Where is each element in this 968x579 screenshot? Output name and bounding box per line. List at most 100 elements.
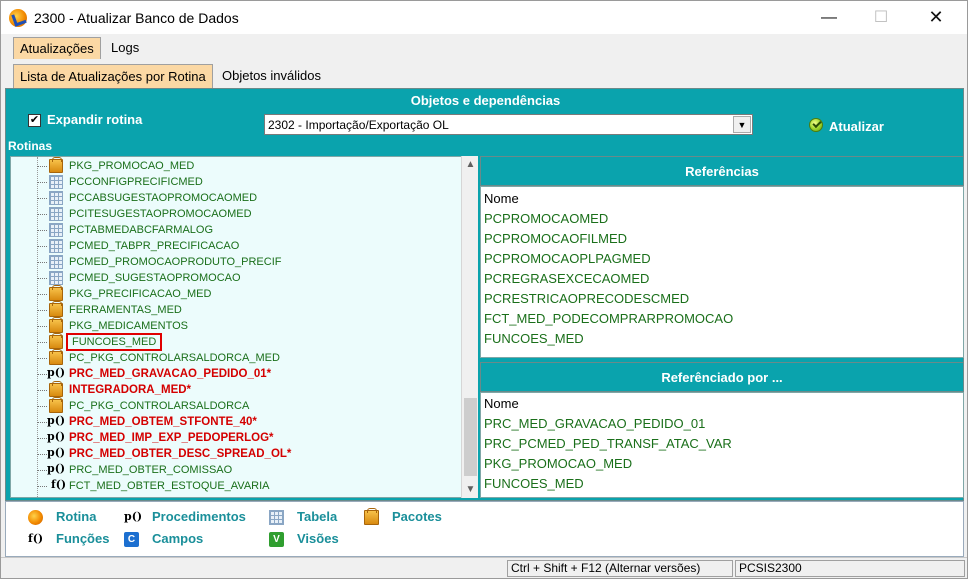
legend-campos-label: Campos	[152, 531, 204, 546]
tree-item-label: PKG_PRECIFICACAO_MED	[69, 288, 212, 300]
tree-connector	[37, 390, 47, 391]
procedure-icon: p()	[47, 414, 66, 427]
maximize-button[interactable]: ☐	[858, 1, 904, 34]
tree-item[interactable]: PCCABSUGESTAOPROMOCAOMED	[11, 190, 451, 206]
status-empty	[1, 560, 507, 577]
package-icon	[49, 285, 63, 301]
tree-connector	[37, 262, 47, 263]
tree-connector	[37, 182, 47, 183]
referenced-by-list[interactable]: Nome PRC_MED_GRAVACAO_PEDIDO_01 PRC_PCMED…	[480, 392, 964, 498]
reference-item[interactable]: PCRESTRICAOPRECODESCMED	[484, 291, 689, 306]
reference-item[interactable]: FCT_MED_PODECOMPRARPROMOCAO	[484, 311, 733, 326]
update-label: Atualizar	[829, 119, 884, 134]
tree-connector	[37, 358, 47, 359]
rotinas-label: Rotinas	[8, 139, 53, 153]
tree-item[interactable]: PCITESUGESTAOPROMOCAOMED	[11, 206, 451, 222]
package-icon	[49, 157, 63, 173]
reference-item[interactable]: PCPROMOCAOFILMED	[484, 231, 627, 246]
references-list[interactable]: Nome PCPROMOCAOMED PCPROMOCAOFILMED PCPROM…	[480, 186, 964, 358]
check-circle-icon	[809, 118, 823, 132]
references-column-header: Nome	[484, 191, 519, 206]
expand-rotina-checkbox[interactable]: ✔	[28, 114, 41, 127]
app-logo-icon	[9, 9, 27, 27]
reference-item[interactable]: PCPROMOCAOPLPAGMED	[484, 251, 651, 266]
table-icon	[269, 510, 284, 525]
tree-connector	[37, 342, 47, 343]
tree-item[interactable]: p() PRC_MED_IMP_EXP_PEDOPERLOG*	[11, 430, 451, 446]
references-header: Referências	[480, 156, 964, 186]
reference-item[interactable]: PRC_PCMED_PED_TRANSF_ATAC_VAR	[484, 436, 732, 451]
tree-item[interactable]: PCMED_SUGESTAOPROMOCAO	[11, 270, 451, 286]
tree-item[interactable]: PKG_MEDICAMENTOS	[11, 317, 451, 334]
reference-item[interactable]: PCPROMOCAOMED	[484, 211, 608, 226]
expand-rotina-label[interactable]: Expandir rotina	[47, 112, 142, 127]
tree-item[interactable]: p() PRC_MED_OBTER_COMISSAO	[11, 462, 451, 478]
tree-scrollbar[interactable]: ▲ ▼	[461, 156, 478, 498]
tree-item-label: PRC_MED_GRAVACAO_PEDIDO_01*	[69, 368, 272, 380]
objects-panel: Objetos e dependências ✔ Expandir rotina…	[5, 88, 964, 501]
tree-item[interactable]: p() PRC_MED_GRAVACAO_PEDIDO_01*	[11, 366, 451, 382]
tree-item[interactable]: PCMED_TABPR_PRECIFICACAO	[11, 238, 451, 254]
close-button[interactable]: ✕	[913, 1, 959, 34]
tree-item-label: FERRAMENTAS_MED	[69, 304, 182, 316]
tree-item[interactable]: PCCONFIGPRECIFICMED	[11, 174, 451, 190]
tree-connector	[37, 486, 47, 487]
package-icon	[364, 508, 379, 525]
tree-item-label: PRC_MED_OBTER_DESC_SPREAD_OL*	[69, 448, 292, 460]
tree-connector	[37, 294, 47, 295]
package-icon	[49, 381, 63, 397]
table-icon	[49, 239, 63, 253]
tree-connector	[37, 326, 47, 327]
package-icon	[49, 301, 63, 317]
routine-select[interactable]: 2302 - Importação/Exportação OL ▼	[264, 114, 753, 135]
tree-item-label: PRC_MED_OBTER_COMISSAO	[69, 464, 233, 476]
reference-item[interactable]: PCREGRASEXCECAOMED	[484, 271, 649, 286]
scroll-up-icon[interactable]: ▲	[462, 156, 479, 173]
tab-objetos-invalidos[interactable]: Objetos inválidos	[216, 64, 327, 88]
reference-item[interactable]: FUNCOES_MED	[484, 331, 584, 346]
tab-lista-atualizacoes[interactable]: Lista de Atualizações por Rotina	[13, 64, 213, 88]
tree-item-label: PKG_PROMOCAO_MED	[69, 160, 195, 172]
tree-item[interactable]: PCTABMEDABCFARMALOG	[11, 222, 451, 238]
tree-item[interactable]: INTEGRADORA_MED*	[11, 381, 451, 398]
tab-atualizacoes[interactable]: Atualizações	[13, 37, 101, 59]
reference-item[interactable]: PRC_MED_GRAVACAO_PEDIDO_01	[484, 416, 705, 431]
tree-item-label: PKG_MEDICAMENTOS	[69, 320, 188, 332]
tree-connector	[37, 246, 47, 247]
tree-item-label: PCCABSUGESTAOPROMOCAOMED	[69, 192, 258, 204]
campos-icon: C	[124, 532, 139, 547]
tree-item[interactable]: FERRAMENTAS_MED	[11, 301, 451, 318]
tree-item-label: PC_PKG_CONTROLARSALDORCA	[69, 400, 250, 412]
tree-connector	[37, 230, 47, 231]
tree-item[interactable]: PKG_PROMOCAO_MED	[11, 157, 451, 174]
table-icon	[49, 175, 63, 189]
table-icon	[49, 271, 63, 285]
tree-item[interactable]: PCMED_PROMOCAOPRODUTO_PRECIF	[11, 254, 451, 270]
tree-item[interactable]: f() FCT_MED_OBTER_ESTOQUE_AVARIA	[11, 478, 451, 494]
table-icon	[49, 255, 63, 269]
tree-connector	[37, 406, 47, 407]
procedure-icon: p()	[47, 446, 66, 459]
table-icon	[49, 207, 63, 221]
tree-item-label: FCT_MED_OBTER_ESTOQUE_AVARIA	[69, 480, 270, 492]
chevron-down-icon[interactable]: ▼	[733, 116, 751, 133]
tree-item-label: PRC_MED_OBTEM_STFONTE_40*	[69, 416, 257, 428]
table-icon	[49, 191, 63, 205]
tree-item[interactable]: PC_PKG_CONTROLARSALDORCA	[11, 397, 451, 414]
scroll-thumb[interactable]	[464, 398, 477, 476]
reference-item[interactable]: FUNCOES_MED	[484, 476, 584, 491]
tree-connector	[37, 214, 47, 215]
tree-item-label: PCMED_TABPR_PRECIFICACAO	[69, 240, 240, 252]
tab-logs[interactable]: Logs	[105, 37, 145, 59]
tree-item-label: PCITESUGESTAOPROMOCAOMED	[69, 208, 252, 220]
scroll-down-icon[interactable]: ▼	[462, 481, 479, 498]
routine-tree[interactable]: PKG_PROMOCAO_MED PCCONFIGPRECIFICMED PCCAB…	[10, 156, 462, 498]
minimize-button[interactable]: —	[806, 1, 852, 34]
package-icon	[49, 397, 63, 413]
tree-item[interactable]: FUNCOES_MED	[11, 333, 451, 351]
tree-item[interactable]: p() PRC_MED_OBTEM_STFONTE_40*	[11, 414, 451, 430]
tree-item[interactable]: PC_PKG_CONTROLARSALDORCA_MED	[11, 349, 451, 366]
reference-item[interactable]: PKG_PROMOCAO_MED	[484, 456, 632, 471]
tree-item[interactable]: PKG_PRECIFICACAO_MED	[11, 285, 451, 302]
tree-item[interactable]: p() PRC_MED_OBTER_DESC_SPREAD_OL*	[11, 446, 451, 462]
